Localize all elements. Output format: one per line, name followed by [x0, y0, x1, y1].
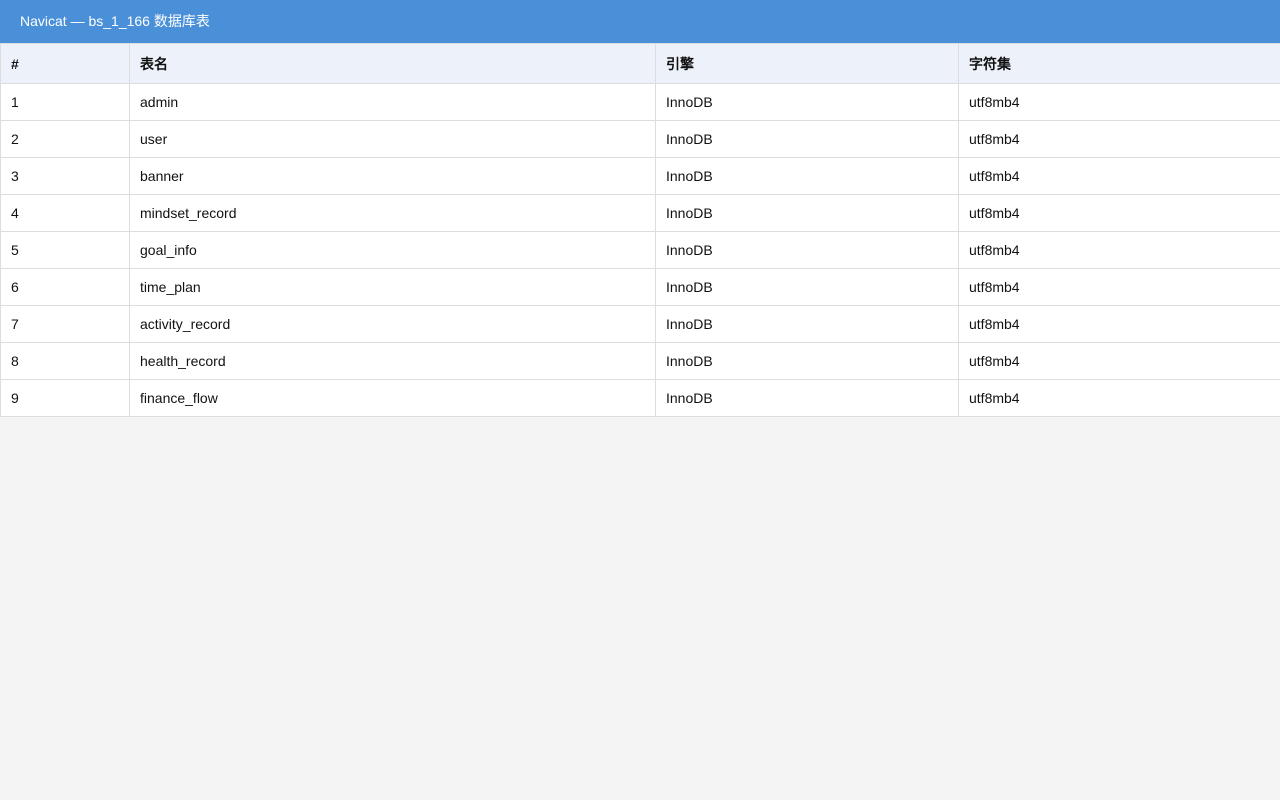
- charset-cell[interactable]: utf8mb4: [958, 157, 1280, 195]
- table-row[interactable]: 3 banner InnoDB utf8mb4: [0, 157, 1280, 195]
- column-header-engine[interactable]: 引擎: [655, 43, 959, 84]
- charset-cell[interactable]: utf8mb4: [958, 194, 1280, 232]
- table-name-cell[interactable]: user: [129, 120, 656, 158]
- row-index-cell[interactable]: 8: [0, 342, 130, 380]
- table-name-cell[interactable]: activity_record: [129, 305, 656, 343]
- table-row[interactable]: 1 admin InnoDB utf8mb4: [0, 83, 1280, 121]
- charset-cell[interactable]: utf8mb4: [958, 305, 1280, 343]
- row-index-cell[interactable]: 7: [0, 305, 130, 343]
- table-name-cell[interactable]: time_plan: [129, 268, 656, 306]
- table-name-cell[interactable]: banner: [129, 157, 656, 195]
- charset-cell[interactable]: utf8mb4: [958, 268, 1280, 306]
- table-name-cell[interactable]: finance_flow: [129, 379, 656, 417]
- row-index-cell[interactable]: 3: [0, 157, 130, 195]
- row-index-cell[interactable]: 6: [0, 268, 130, 306]
- engine-cell[interactable]: InnoDB: [655, 342, 959, 380]
- charset-cell[interactable]: utf8mb4: [958, 120, 1280, 158]
- row-index-cell[interactable]: 2: [0, 120, 130, 158]
- tables-grid: # 表名 引擎 字符集 1 admin InnoDB utf8mb4 2 user Inno…: [0, 43, 1280, 417]
- engine-cell[interactable]: InnoDB: [655, 268, 959, 306]
- table-row[interactable]: 6 time_plan InnoDB utf8mb4: [0, 268, 1280, 306]
- engine-cell[interactable]: InnoDB: [655, 157, 959, 195]
- table-row[interactable]: 7 activity_record InnoDB utf8mb4: [0, 305, 1280, 343]
- engine-cell[interactable]: InnoDB: [655, 83, 959, 121]
- table-row[interactable]: 5 goal_info InnoDB utf8mb4: [0, 231, 1280, 269]
- table-row[interactable]: 8 health_record InnoDB utf8mb4: [0, 342, 1280, 380]
- table-row[interactable]: 4 mindset_record InnoDB utf8mb4: [0, 194, 1280, 232]
- engine-cell[interactable]: InnoDB: [655, 194, 959, 232]
- table-name-cell[interactable]: goal_info: [129, 231, 656, 269]
- charset-cell[interactable]: utf8mb4: [958, 83, 1280, 121]
- table-name-cell[interactable]: admin: [129, 83, 656, 121]
- table-name-cell[interactable]: mindset_record: [129, 194, 656, 232]
- row-index-cell[interactable]: 4: [0, 194, 130, 232]
- engine-cell[interactable]: InnoDB: [655, 379, 959, 417]
- window-title-bar: Navicat — bs_1_166 数据库表: [0, 0, 1280, 43]
- row-index-cell[interactable]: 5: [0, 231, 130, 269]
- column-header-index[interactable]: #: [0, 43, 130, 84]
- table-row[interactable]: 9 finance_flow InnoDB utf8mb4: [0, 379, 1280, 417]
- table-body: 1 admin InnoDB utf8mb4 2 user InnoDB utf8mb4 3 ba…: [0, 83, 1280, 417]
- charset-cell[interactable]: utf8mb4: [958, 342, 1280, 380]
- header-row: # 表名 引擎 字符集: [0, 43, 1280, 84]
- charset-cell[interactable]: utf8mb4: [958, 231, 1280, 269]
- table-header: # 表名 引擎 字符集: [0, 43, 1280, 84]
- window-title: Navicat — bs_1_166 数据库表: [20, 13, 210, 29]
- column-header-table-name[interactable]: 表名: [129, 43, 656, 84]
- engine-cell[interactable]: InnoDB: [655, 305, 959, 343]
- engine-cell[interactable]: InnoDB: [655, 120, 959, 158]
- table-name-cell[interactable]: health_record: [129, 342, 656, 380]
- row-index-cell[interactable]: 1: [0, 83, 130, 121]
- row-index-cell[interactable]: 9: [0, 379, 130, 417]
- engine-cell[interactable]: InnoDB: [655, 231, 959, 269]
- charset-cell[interactable]: utf8mb4: [958, 379, 1280, 417]
- table-row[interactable]: 2 user InnoDB utf8mb4: [0, 120, 1280, 158]
- column-header-charset[interactable]: 字符集: [958, 43, 1280, 84]
